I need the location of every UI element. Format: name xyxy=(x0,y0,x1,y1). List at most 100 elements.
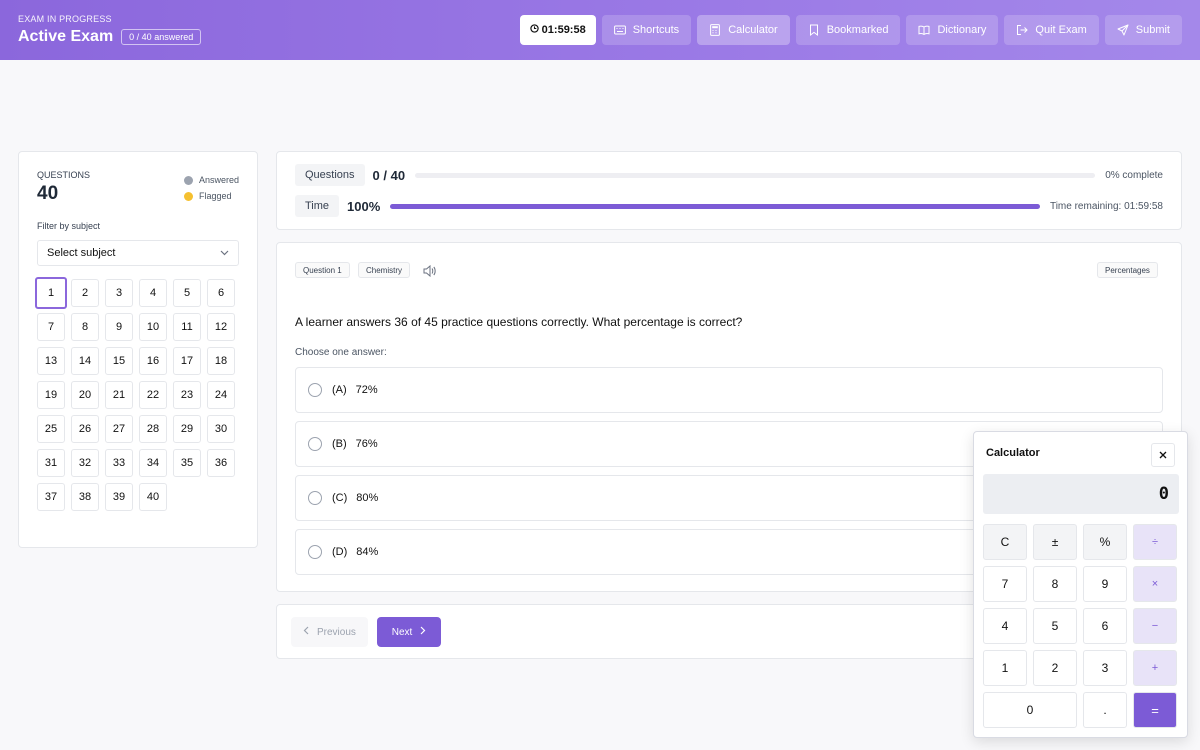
question-cell-22[interactable]: 22 xyxy=(139,381,167,409)
question-cell-15[interactable]: 15 xyxy=(105,347,133,375)
shortcuts-button[interactable]: Shortcuts xyxy=(601,15,692,45)
calculator-keypad: C ±% ÷ 7 8 9 × 4 5 6− 1 2 3 +0. = xyxy=(983,524,1179,728)
chevron-right-icon xyxy=(420,626,426,638)
radio-button[interactable] xyxy=(308,545,322,559)
questions-complete-text: 0% complete xyxy=(1105,169,1163,181)
question-cell-12[interactable]: 12 xyxy=(207,313,235,341)
calc-key-1[interactable]: 1 xyxy=(983,650,1027,686)
legend-flagged-label: Flagged xyxy=(198,191,232,201)
question-cell-3[interactable]: 3 xyxy=(105,279,133,307)
previous-button[interactable]: Previous xyxy=(291,617,368,647)
calc-key-equals[interactable]: = xyxy=(1133,692,1177,728)
flagged-dot xyxy=(183,191,193,201)
radio-button[interactable] xyxy=(308,491,322,505)
calc-key-8[interactable]: 8 xyxy=(1033,566,1077,602)
next-label: Next xyxy=(391,626,413,638)
calc-key-4[interactable]: 4 xyxy=(983,608,1027,644)
calc-key-6[interactable]: 6 xyxy=(1083,608,1127,644)
question-cell-10[interactable]: 10 xyxy=(139,313,167,341)
dictionary-button[interactable]: Dictionary xyxy=(906,15,999,45)
calculator-close-button[interactable] xyxy=(1151,443,1175,467)
calc-key-percent[interactable]: % xyxy=(1083,524,1127,560)
legend-flagged: Flagged xyxy=(183,191,239,201)
bookmarked-button[interactable]: Bookmarked xyxy=(795,15,901,45)
option-letter: (A) xyxy=(332,384,347,396)
question-cell-35[interactable]: 35 xyxy=(173,449,201,477)
question-cell-24[interactable]: 24 xyxy=(207,381,235,409)
question-cell-33[interactable]: 33 xyxy=(105,449,133,477)
question-cell-6[interactable]: 6 xyxy=(207,279,235,307)
exam-status-label: EXAM IN PROGRESS xyxy=(18,14,112,24)
question-cell-29[interactable]: 29 xyxy=(173,415,201,443)
question-cell-5[interactable]: 5 xyxy=(173,279,201,307)
subject-filter-select[interactable]: Select subject xyxy=(37,240,239,266)
subject-filter-value: Select subject xyxy=(47,247,116,259)
question-cell-30[interactable]: 30 xyxy=(207,415,235,443)
radio-button[interactable] xyxy=(308,383,322,397)
question-cell-36[interactable]: 36 xyxy=(207,449,235,477)
calc-key-decimal[interactable]: . xyxy=(1083,692,1127,728)
question-cell-25[interactable]: 25 xyxy=(37,415,65,443)
question-cell-23[interactable]: 23 xyxy=(173,381,201,409)
clock-icon xyxy=(529,24,539,36)
question-cell-4[interactable]: 4 xyxy=(139,279,167,307)
calc-key-clear[interactable]: C xyxy=(983,524,1027,560)
logout-icon xyxy=(1016,24,1029,36)
question-cell-17[interactable]: 17 xyxy=(173,347,201,375)
question-cell-40[interactable]: 40 xyxy=(139,483,167,511)
calc-key-2[interactable]: 2 xyxy=(1033,650,1077,686)
submit-label: Submit xyxy=(1135,24,1170,36)
question-cell-19[interactable]: 19 xyxy=(37,381,65,409)
exam-timer: 01:59:58 xyxy=(519,15,596,45)
calc-key-add[interactable]: + xyxy=(1133,650,1177,686)
option-text: 80% xyxy=(356,492,379,504)
calc-key-multiply[interactable]: × xyxy=(1133,566,1177,602)
question-cell-39[interactable]: 39 xyxy=(105,483,133,511)
calc-key-7[interactable]: 7 xyxy=(983,566,1027,602)
question-cell-11[interactable]: 11 xyxy=(173,313,201,341)
questions-progress-label: Questions xyxy=(295,164,365,186)
question-cell-37[interactable]: 37 xyxy=(37,483,65,511)
question-cell-16[interactable]: 16 xyxy=(139,347,167,375)
option-text: 84% xyxy=(356,546,379,558)
calculator-button[interactable]: Calculator xyxy=(697,15,790,45)
question-cell-34[interactable]: 34 xyxy=(139,449,167,477)
question-cell-28[interactable]: 28 xyxy=(139,415,167,443)
question-cell-27[interactable]: 27 xyxy=(105,415,133,443)
calc-key-5[interactable]: 5 xyxy=(1033,608,1077,644)
question-cell-8[interactable]: 8 xyxy=(71,313,99,341)
calc-key-0[interactable]: 0 xyxy=(983,692,1077,728)
calc-key-sign[interactable]: ± xyxy=(1033,524,1077,560)
quit-exam-button[interactable]: Quit Exam xyxy=(1004,15,1099,45)
question-cell-1[interactable]: 1 xyxy=(35,277,67,309)
choose-one-prompt: Choose one answer: xyxy=(295,347,387,358)
calc-key-subtract[interactable]: − xyxy=(1133,608,1177,644)
time-progress-value: 100% xyxy=(347,198,381,214)
questions-progress-row: Questions 0 / 40 0% complete xyxy=(295,164,1163,186)
speaker-icon[interactable] xyxy=(423,264,436,282)
question-cell-20[interactable]: 20 xyxy=(71,381,99,409)
calc-key-divide[interactable]: ÷ xyxy=(1133,524,1177,560)
calc-key-9[interactable]: 9 xyxy=(1083,566,1127,602)
next-button[interactable]: Next xyxy=(377,617,441,647)
question-cell-2[interactable]: 2 xyxy=(71,279,99,307)
subject-chip: Chemistry xyxy=(358,262,411,278)
questions-label: QUESTIONS xyxy=(37,170,91,180)
question-cell-26[interactable]: 26 xyxy=(71,415,99,443)
question-cell-14[interactable]: 14 xyxy=(71,347,99,375)
submit-button[interactable]: Submit xyxy=(1104,15,1182,45)
calc-key-3[interactable]: 3 xyxy=(1083,650,1127,686)
time-progress-bar xyxy=(390,203,1040,209)
calculator-panel: Calculator 0 C ±% ÷ 7 8 9 × 4 5 6− 1 2 3 +0. = xyxy=(973,431,1188,738)
question-cell-32[interactable]: 32 xyxy=(71,449,99,477)
status-legend: Answered Flagged xyxy=(183,175,239,207)
question-cell-31[interactable]: 31 xyxy=(37,449,65,477)
question-cell-9[interactable]: 9 xyxy=(105,313,133,341)
answer-option-a[interactable]: (A) 72% xyxy=(295,367,1163,413)
radio-button[interactable] xyxy=(308,437,322,451)
question-cell-21[interactable]: 21 xyxy=(105,381,133,409)
question-cell-38[interactable]: 38 xyxy=(71,483,99,511)
question-cell-13[interactable]: 13 xyxy=(37,347,65,375)
question-cell-18[interactable]: 18 xyxy=(207,347,235,375)
question-cell-7[interactable]: 7 xyxy=(37,313,65,341)
